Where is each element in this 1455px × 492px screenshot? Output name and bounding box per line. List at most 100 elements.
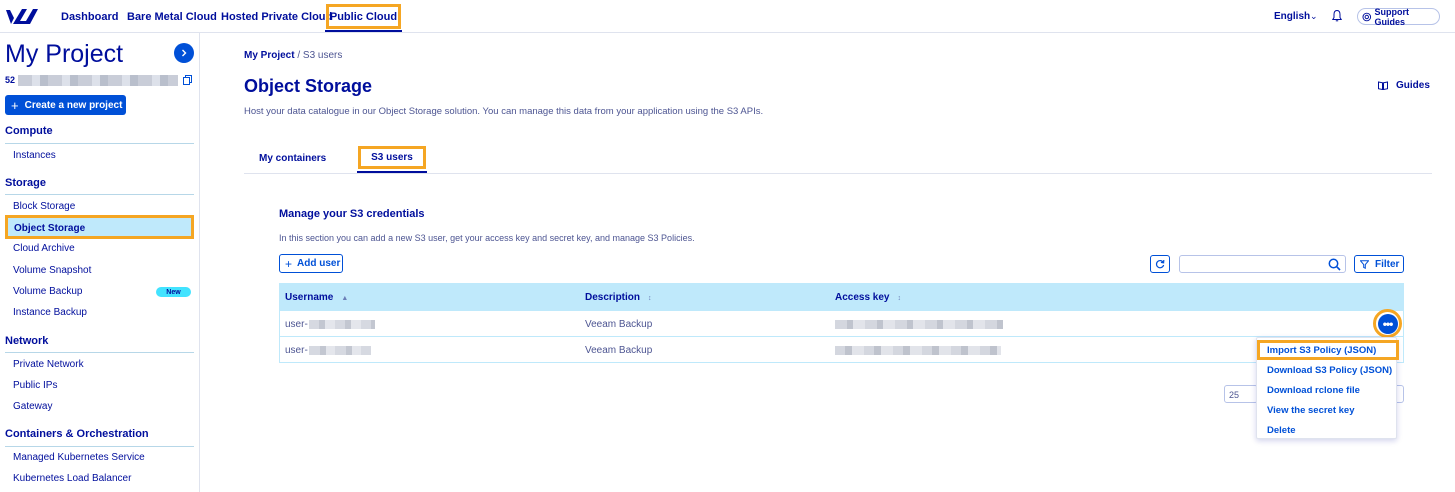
top-bar: Dashboard Bare Metal Cloud Hosted Privat… bbox=[0, 0, 1455, 33]
sidebar-item-volume-backup[interactable]: Volume Backup bbox=[13, 286, 83, 297]
page-title: Object Storage bbox=[244, 76, 373, 96]
nav-hosted-private-cloud[interactable]: Hosted Private Cloud bbox=[221, 11, 332, 23]
table-row: user- Veeam Backup bbox=[279, 337, 1404, 363]
page-description: Host your data catalogue in our Object S… bbox=[244, 106, 764, 117]
bell-icon[interactable] bbox=[1331, 9, 1343, 23]
access-key-redacted bbox=[835, 346, 1001, 355]
sidebar-item-managed-kubernetes[interactable]: Managed Kubernetes Service bbox=[13, 452, 145, 463]
section-divider bbox=[5, 352, 194, 353]
section-divider bbox=[5, 446, 194, 447]
new-badge: New bbox=[156, 287, 191, 297]
sidebar-item-instance-backup[interactable]: Instance Backup bbox=[13, 307, 87, 318]
section-compute: Compute bbox=[5, 125, 53, 137]
column-username-label: Username bbox=[285, 292, 334, 303]
chevron-right-icon bbox=[182, 49, 187, 57]
filter-icon bbox=[1360, 259, 1369, 269]
lifebuoy-icon bbox=[1362, 12, 1372, 21]
section-storage: Storage bbox=[5, 177, 46, 189]
sort-icon[interactable]: ▲ bbox=[341, 295, 348, 302]
page-size-select[interactable]: 25 bbox=[1224, 385, 1258, 403]
cell-username: user- bbox=[285, 319, 308, 330]
column-access-key[interactable]: Access key ↕ bbox=[835, 292, 901, 303]
sidebar: My Project 52 + Create a new project Com… bbox=[0, 33, 200, 492]
table-header: Username ▲ Description ↕ Access key ↕ bbox=[279, 283, 1404, 311]
filter-button[interactable]: Filter bbox=[1354, 255, 1404, 273]
menu-item-view-secret-key[interactable]: View the secret key bbox=[1267, 405, 1355, 416]
breadcrumb-current: S3 users bbox=[302, 50, 343, 61]
menu-item-download-rclone[interactable]: Download rclone file bbox=[1267, 385, 1360, 396]
tab-s3-users[interactable]: S3 users bbox=[358, 146, 426, 169]
username-redacted bbox=[309, 346, 371, 355]
cell-username: user- bbox=[285, 345, 308, 356]
section-network: Network bbox=[5, 335, 49, 347]
column-username[interactable]: Username ▲ bbox=[285, 292, 348, 303]
search-icon[interactable] bbox=[1328, 258, 1341, 271]
sidebar-item-block-storage[interactable]: Block Storage bbox=[13, 201, 75, 212]
column-access-key-label: Access key bbox=[835, 292, 890, 303]
sidebar-item-object-storage[interactable]: Object Storage bbox=[5, 215, 194, 239]
refresh-icon bbox=[1155, 259, 1165, 269]
sidebar-item-gateway[interactable]: Gateway bbox=[13, 401, 52, 412]
nav-public-cloud-label: Public Cloud bbox=[329, 10, 398, 23]
sidebar-item-public-ips[interactable]: Public IPs bbox=[13, 380, 57, 391]
breadcrumb-root[interactable]: My Project bbox=[244, 50, 295, 61]
breadcrumb: My Project / S3 users bbox=[244, 50, 342, 61]
row-actions-button[interactable]: ••• bbox=[1373, 309, 1402, 338]
add-user-label: Add user bbox=[297, 258, 341, 269]
nav-bare-metal-cloud[interactable]: Bare Metal Cloud bbox=[127, 11, 217, 23]
tabs-divider bbox=[244, 173, 1432, 174]
column-description-label: Description bbox=[585, 292, 641, 303]
menu-item-download-s3-policy[interactable]: Download S3 Policy (JSON) bbox=[1267, 365, 1392, 376]
section-containers: Containers & Orchestration bbox=[5, 428, 149, 440]
sort-icon[interactable]: ↕ bbox=[648, 295, 652, 302]
sidebar-item-private-network[interactable]: Private Network bbox=[13, 359, 84, 370]
cell-description: Veeam Backup bbox=[585, 319, 653, 330]
book-icon bbox=[1378, 81, 1388, 90]
tab-my-containers[interactable]: My containers bbox=[259, 153, 326, 164]
support-guides-label: Support Guides bbox=[1374, 6, 1410, 27]
ovh-logo[interactable] bbox=[6, 8, 38, 25]
support-guides-button[interactable]: Support Guides bbox=[1357, 6, 1440, 27]
chevron-down-icon[interactable]: ⌄ bbox=[1310, 11, 1318, 22]
copy-icon[interactable] bbox=[183, 75, 192, 85]
tab-s3-users-label: S3 users bbox=[371, 152, 413, 163]
sidebar-item-volume-snapshot[interactable]: Volume Snapshot bbox=[13, 265, 91, 276]
access-key-redacted bbox=[835, 320, 1003, 329]
section-title: Manage your S3 credentials bbox=[279, 208, 425, 220]
sidebar-item-label: Object Storage bbox=[14, 223, 86, 234]
menu-item-import-s3-policy[interactable]: Import S3 Policy (JSON) bbox=[1267, 345, 1376, 356]
language-selector[interactable]: English bbox=[1274, 11, 1310, 22]
more-horizontal-icon: ••• bbox=[1377, 313, 1398, 334]
project-id: 52 bbox=[5, 75, 16, 85]
guides-label: Guides bbox=[1396, 80, 1430, 91]
cell-description: Veeam Backup bbox=[585, 345, 653, 356]
add-user-button[interactable]: + Add user bbox=[279, 254, 343, 273]
breadcrumb-separator: / bbox=[297, 50, 301, 61]
nav-dashboard[interactable]: Dashboard bbox=[61, 11, 118, 23]
row-actions-menu: Import S3 Policy (JSON) Download S3 Poli… bbox=[1256, 337, 1399, 439]
project-id-redacted bbox=[18, 75, 178, 86]
sidebar-item-instances[interactable]: Instances bbox=[13, 150, 56, 161]
section-description: In this section you can add a new S3 use… bbox=[279, 233, 695, 243]
sidebar-toggle-button[interactable] bbox=[174, 43, 194, 63]
plus-icon: + bbox=[11, 97, 19, 113]
table-row: user- Veeam Backup bbox=[279, 311, 1404, 337]
nav-public-cloud[interactable]: Public Cloud bbox=[326, 4, 401, 29]
guides-link[interactable]: Guides bbox=[1378, 80, 1430, 91]
project-title: My Project bbox=[5, 40, 124, 68]
filter-label: Filter bbox=[1375, 258, 1400, 270]
sidebar-item-cloud-archive[interactable]: Cloud Archive bbox=[13, 243, 75, 254]
nav-active-underline bbox=[325, 30, 402, 32]
create-project-button[interactable]: + Create a new project bbox=[5, 95, 126, 115]
sidebar-item-kubernetes-load-balancer[interactable]: Kubernetes Load Balancer bbox=[13, 473, 131, 484]
plus-icon: + bbox=[285, 256, 293, 271]
menu-item-delete[interactable]: Delete bbox=[1267, 425, 1296, 436]
section-divider bbox=[5, 143, 194, 144]
column-description[interactable]: Description ↕ bbox=[585, 292, 652, 303]
section-divider bbox=[5, 194, 194, 195]
create-project-label: Create a new project bbox=[24, 99, 123, 111]
search-input[interactable] bbox=[1179, 255, 1346, 273]
username-redacted bbox=[309, 320, 375, 329]
sort-icon[interactable]: ↕ bbox=[898, 295, 902, 302]
refresh-button[interactable] bbox=[1150, 255, 1170, 273]
